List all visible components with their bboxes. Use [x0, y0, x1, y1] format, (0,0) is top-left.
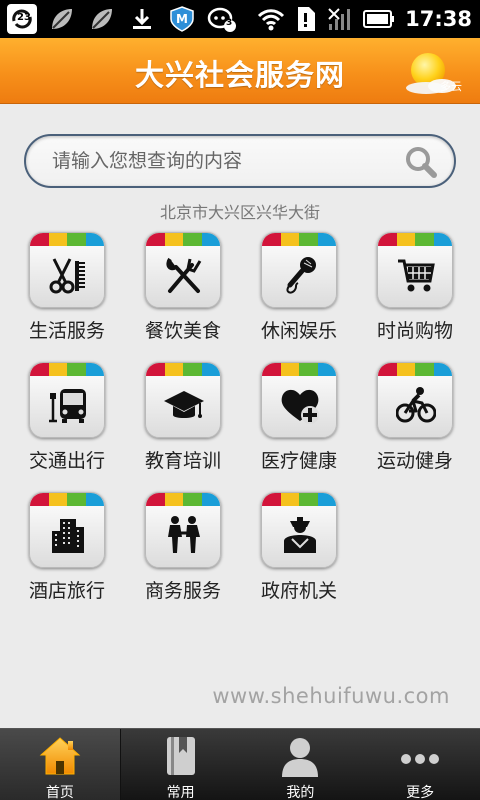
graduation-cap-icon [164, 391, 204, 418]
user-icon [282, 738, 319, 777]
location-text: 北京市大兴区兴华大街 [159, 203, 320, 222]
download-icon [126, 3, 158, 35]
nav-home[interactable]: 首页 [0, 729, 121, 800]
category-label: 休闲娱乐 [260, 320, 337, 342]
category-transport[interactable]: 交通出行 [12, 362, 122, 474]
leaf-icon [46, 3, 78, 35]
category-tile [145, 232, 221, 308]
category-life-service[interactable]: 生活服务 [12, 232, 122, 344]
bus-icon [49, 389, 86, 423]
sim-alert-icon [298, 7, 316, 31]
leaf-icon [86, 3, 118, 35]
category-government[interactable]: 政府机关 [244, 492, 354, 604]
building-icon [52, 519, 84, 553]
shield-app-icon: M [166, 3, 198, 35]
no-signal-icon [328, 8, 351, 30]
nav-label: 我的 [286, 785, 315, 800]
nav-label: 更多 [406, 785, 435, 800]
sync-icon: 23 [6, 3, 38, 35]
category-label: 商务服务 [144, 580, 221, 602]
category-tile [145, 362, 221, 438]
category-tile [29, 362, 105, 438]
category-leisure[interactable]: 休闲娱乐 [244, 232, 354, 344]
category-label: 政府机关 [260, 580, 337, 602]
category-sports[interactable]: 运动健身 [360, 362, 470, 474]
category-tile [377, 232, 453, 308]
category-label: 交通出行 [28, 450, 105, 472]
category-dining[interactable]: 餐饮美食 [128, 232, 238, 344]
nav-mine[interactable]: 我的 [241, 729, 361, 800]
nav-label: 常用 [166, 785, 195, 800]
category-tile [29, 492, 105, 568]
notification-count: 23 [17, 12, 31, 23]
category-business[interactable]: 商务服务 [128, 492, 238, 604]
category-label: 医疗健康 [260, 450, 337, 472]
cyclist-icon [396, 387, 436, 423]
nav-more[interactable]: 更多 [360, 729, 480, 800]
category-label: 时尚购物 [376, 320, 453, 342]
category-tile [261, 362, 337, 438]
shopping-cart-icon [398, 259, 435, 292]
category-tile [29, 232, 105, 308]
category-education[interactable]: 教育培训 [128, 362, 238, 474]
category-label: 餐饮美食 [144, 320, 221, 342]
search-icon[interactable] [404, 145, 438, 179]
svg-text:M: M [176, 12, 188, 26]
bookmark-book-icon [166, 737, 195, 775]
bottom-nav: 首页 常用 我的 更多 [0, 728, 480, 800]
site-url: www.shehuifuwu.com [212, 684, 450, 708]
fork-knife-icon [166, 257, 202, 293]
category-shopping[interactable]: 时尚购物 [360, 232, 470, 344]
search-input[interactable] [52, 146, 412, 176]
category-medical[interactable]: 医疗健康 [244, 362, 354, 474]
category-tile [145, 492, 221, 568]
microphone-icon [286, 257, 316, 294]
more-dots-icon [401, 754, 440, 764]
handshake-icon [168, 516, 200, 553]
category-hotel-travel[interactable]: 酒店旅行 [12, 492, 122, 604]
category-label: 教育培训 [144, 450, 221, 472]
status-bar: 23 M 3 17:38 [0, 0, 480, 38]
category-tile [377, 362, 453, 438]
heart-plus-icon [281, 389, 319, 424]
category-label: 生活服务 [28, 320, 105, 342]
category-label: 运动健身 [376, 450, 453, 472]
clock: 17:38 [405, 7, 472, 31]
category-tile [261, 232, 337, 308]
weather-label: 多云 [440, 80, 462, 93]
category-tile [261, 492, 337, 568]
chat-icon: 3 [206, 3, 238, 35]
app-header: 大兴社会服务网 多云 [0, 38, 480, 104]
search-bar [24, 134, 456, 188]
scissors-comb-icon [49, 258, 85, 294]
nav-common[interactable]: 常用 [121, 729, 241, 800]
battery-icon [363, 10, 395, 28]
home-icon [39, 737, 81, 775]
wifi-icon [258, 9, 285, 31]
category-label: 酒店旅行 [28, 580, 105, 602]
nav-label: 首页 [45, 785, 74, 800]
officer-icon [284, 517, 316, 553]
chat-count: 3 [226, 18, 233, 28]
